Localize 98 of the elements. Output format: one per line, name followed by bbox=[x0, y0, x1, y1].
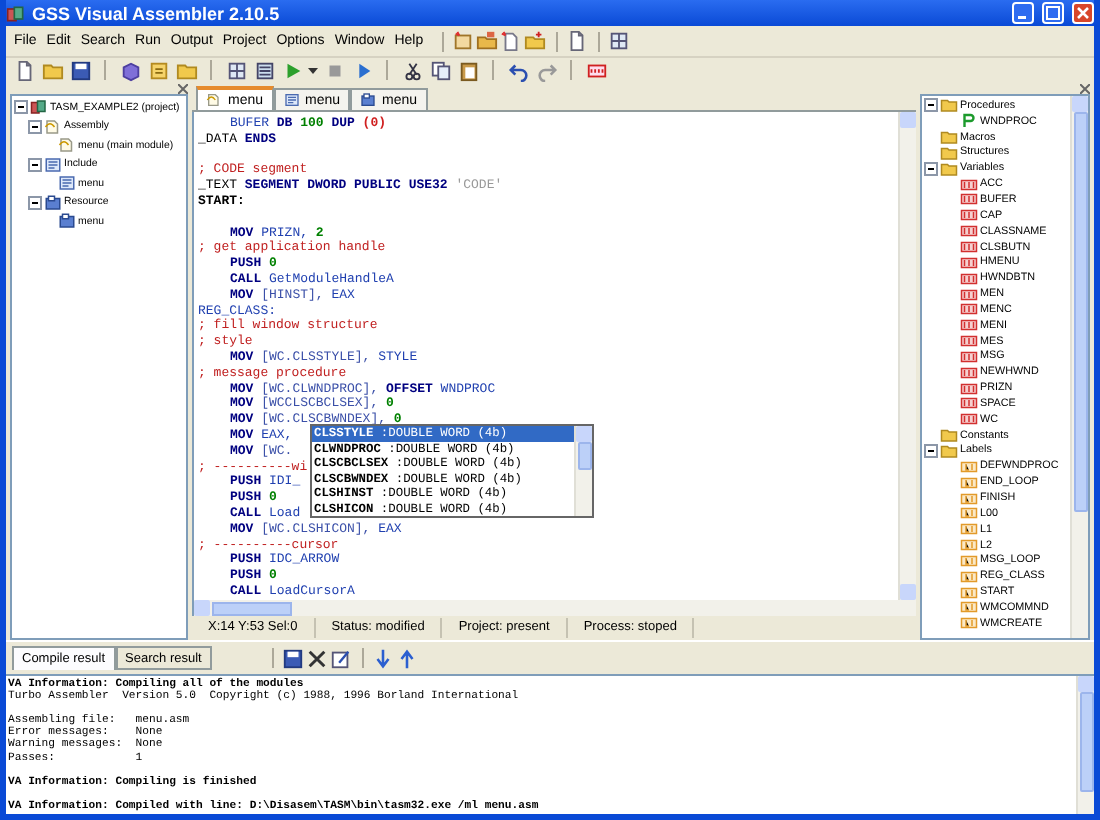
variable-icon bbox=[960, 285, 978, 304]
horizontal-scrollbar[interactable] bbox=[192, 600, 916, 616]
new-project-button[interactable] bbox=[451, 29, 476, 53]
undo-icon bbox=[507, 59, 529, 81]
clipboard-icon bbox=[457, 59, 479, 81]
document-list-icon bbox=[283, 92, 300, 108]
variable-icon bbox=[960, 190, 978, 209]
collapse-icon[interactable] bbox=[924, 161, 938, 176]
grid-button[interactable] bbox=[224, 58, 248, 82]
code-editor[interactable] bbox=[192, 112, 916, 600]
label-icon bbox=[960, 457, 978, 476]
label-icon bbox=[960, 583, 978, 602]
collapse-icon[interactable] bbox=[28, 157, 42, 172]
redo-icon bbox=[535, 59, 557, 81]
variable-icon bbox=[960, 300, 978, 319]
variable-icon bbox=[960, 363, 978, 382]
label-icon bbox=[960, 567, 978, 586]
add-file-icon bbox=[500, 30, 523, 52]
window-icon bbox=[360, 92, 377, 108]
variable-icon bbox=[960, 394, 978, 413]
label-icon bbox=[960, 598, 978, 617]
label-icon bbox=[960, 489, 978, 508]
variable-icon bbox=[960, 379, 978, 398]
collapse-icon[interactable] bbox=[28, 195, 42, 210]
new-document-icon bbox=[566, 30, 589, 52]
clipboard-button[interactable] bbox=[456, 58, 480, 82]
books-icon bbox=[30, 98, 48, 117]
close-button[interactable] bbox=[305, 646, 330, 670]
variable-icon bbox=[960, 410, 978, 429]
window-icon bbox=[44, 193, 62, 212]
collapse-icon[interactable] bbox=[924, 443, 938, 458]
scroll-icon bbox=[44, 117, 62, 136]
edit-button[interactable] bbox=[329, 646, 354, 670]
copy-button[interactable] bbox=[428, 58, 452, 82]
variable-icon bbox=[960, 175, 978, 194]
variable-icon bbox=[960, 238, 978, 257]
window-icon bbox=[58, 212, 76, 231]
floppy-disk-button[interactable] bbox=[281, 646, 306, 670]
label-icon bbox=[960, 551, 978, 570]
label-icon bbox=[960, 520, 978, 539]
maximize-button[interactable] bbox=[1042, 2, 1064, 24]
folder-icon bbox=[41, 59, 63, 81]
notepad-icon bbox=[147, 59, 169, 81]
close-icon[interactable] bbox=[178, 84, 188, 94]
new-project-icon bbox=[452, 30, 475, 52]
edit-icon bbox=[330, 647, 353, 669]
variable-icon bbox=[960, 253, 978, 272]
label-icon bbox=[960, 614, 978, 633]
document-list-icon bbox=[58, 174, 76, 193]
list-button[interactable] bbox=[252, 58, 276, 82]
add-folder-icon bbox=[524, 30, 547, 52]
grid-button[interactable] bbox=[607, 29, 632, 53]
chip-icon bbox=[585, 59, 607, 81]
collapse-icon[interactable] bbox=[28, 119, 42, 134]
vertical-scrollbar[interactable] bbox=[898, 112, 916, 600]
folder-icon bbox=[175, 59, 197, 81]
minimize-button[interactable] bbox=[1012, 2, 1034, 24]
vertical-scrollbar[interactable] bbox=[574, 426, 592, 516]
scissors-icon bbox=[401, 59, 423, 81]
close-icon bbox=[306, 647, 329, 669]
collapse-icon[interactable] bbox=[14, 100, 28, 115]
procedure-icon bbox=[960, 112, 978, 131]
label-icon bbox=[960, 504, 978, 523]
label-icon bbox=[960, 473, 978, 492]
open-project-button[interactable] bbox=[475, 29, 500, 53]
variable-icon bbox=[960, 206, 978, 225]
cube-button[interactable] bbox=[118, 58, 142, 82]
window-title: GSS Visual Assembler 2.10.5 bbox=[32, 3, 282, 23]
variable-icon bbox=[960, 269, 978, 288]
list-icon bbox=[253, 59, 275, 81]
up-arrow-icon bbox=[396, 647, 419, 669]
collapse-icon[interactable] bbox=[924, 98, 938, 113]
document-list-icon bbox=[44, 155, 62, 174]
open-project-icon bbox=[476, 30, 499, 52]
app-icon bbox=[6, 3, 26, 23]
maximize-icon bbox=[1046, 6, 1060, 20]
scissors-button[interactable] bbox=[400, 58, 424, 82]
new-document-icon bbox=[13, 59, 35, 81]
variable-icon bbox=[960, 332, 978, 351]
notepad-button[interactable] bbox=[146, 58, 170, 82]
caret-icon[interactable] bbox=[308, 65, 318, 75]
down-arrow-icon bbox=[372, 647, 395, 669]
close-icon bbox=[1076, 6, 1090, 20]
variable-icon bbox=[960, 347, 978, 366]
scroll-icon bbox=[58, 136, 76, 155]
grid-icon bbox=[608, 30, 631, 52]
add-folder-button[interactable] bbox=[523, 29, 548, 53]
scroll-icon bbox=[206, 92, 222, 108]
variable-icon bbox=[960, 222, 978, 241]
vertical-scrollbar[interactable] bbox=[1070, 96, 1088, 638]
cube-icon bbox=[119, 59, 141, 81]
copy-icon bbox=[429, 59, 451, 81]
variable-icon bbox=[960, 316, 978, 335]
label-icon bbox=[960, 536, 978, 555]
vertical-scrollbar[interactable] bbox=[1076, 676, 1094, 814]
grid-icon bbox=[225, 59, 247, 81]
floppy-disk-button[interactable] bbox=[68, 58, 92, 82]
close-icon[interactable] bbox=[1080, 84, 1090, 94]
